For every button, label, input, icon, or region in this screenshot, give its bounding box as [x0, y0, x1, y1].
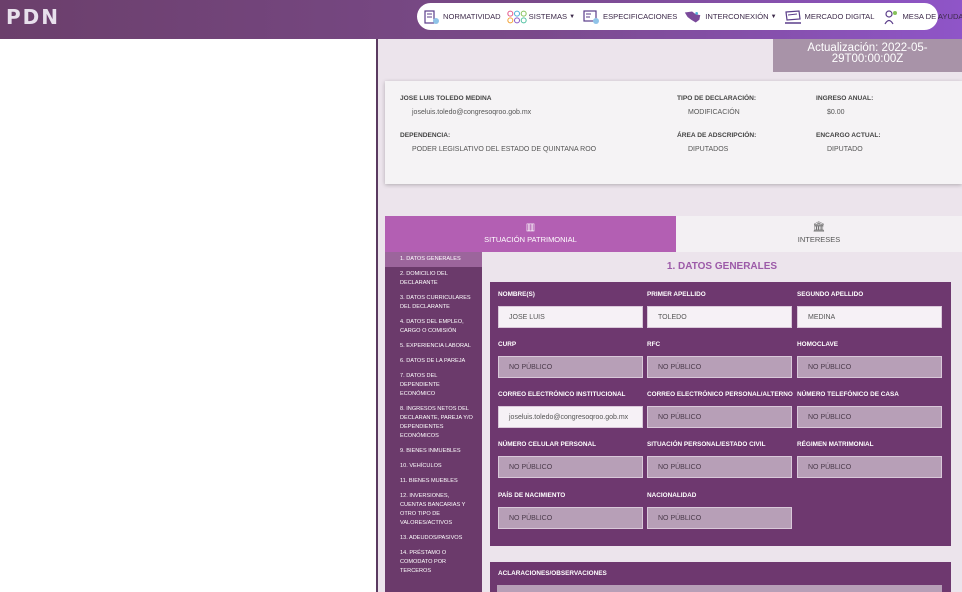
chevron-down-icon: ▼: [569, 13, 576, 20]
nacionalidad-field[interactable]: NO PÚBLICO: [647, 507, 792, 529]
field-label: SEGUNDO APELLIDO: [797, 291, 864, 298]
correo-personal-field[interactable]: NO PÚBLICO: [647, 406, 792, 428]
field-label: CURP: [498, 341, 517, 348]
celular-field[interactable]: NO PÚBLICO: [498, 456, 643, 478]
nombres-field[interactable]: JOSE LUIS: [498, 306, 643, 328]
field-label: CORREO ELECTRÓNICO PERSONAL/ALTERNO: [647, 391, 793, 398]
field-label: NÚMERO TELEFÓNICO DE CASA: [797, 391, 899, 398]
nav-label: MESA DE AYUDA: [902, 12, 962, 21]
sidebar-item-prestamo-comodato[interactable]: 14. PRÉSTAMO O COMODATO POR TERCEROS: [385, 546, 482, 579]
field-label: NÚMERO CELULAR PERSONAL: [498, 441, 596, 448]
primer-apellido-field[interactable]: TOLEDO: [647, 306, 792, 328]
especificaciones-icon: [583, 9, 600, 24]
sidebar-item-adeudos[interactable]: 13. ADEUDOS/PASIVOS: [385, 531, 482, 546]
pais-nacimiento-field[interactable]: NO PÚBLICO: [498, 507, 643, 529]
nav-mercado-digital[interactable]: MERCADO DIGITAL: [783, 8, 875, 26]
telefono-casa-field[interactable]: NO PÚBLICO: [797, 406, 942, 428]
field-label: SITUACIÓN PERSONAL/ESTADO CIVIL: [647, 441, 766, 448]
sidebar-item-dependiente[interactable]: 7. DATOS DEL DEPENDIENTE ECONÓMICO: [385, 369, 482, 402]
sidebar-item-domicilio[interactable]: 2. DOMICILIO DEL DECLARANTE: [385, 267, 482, 291]
nav-normatividad[interactable]: NORMATIVIDAD: [421, 8, 501, 26]
normatividad-icon: [424, 9, 439, 24]
sidebar-item-datos-curriculares[interactable]: 3. DATOS CURRICULARES DEL DECLARANTE: [385, 291, 482, 315]
field-label: RÉGIMEN MATRIMONIAL: [797, 441, 874, 448]
field-label: HOMOCLAVE: [797, 341, 839, 348]
sidebar-item-bienes-inmuebles[interactable]: 9. BIENES INMUEBLES: [385, 444, 482, 459]
sidebar-item-ingresos-netos[interactable]: 8. INGRESOS NETOS DEL DECLARANTE, PAREJA…: [385, 402, 482, 444]
estado-civil-field[interactable]: NO PÚBLICO: [647, 456, 792, 478]
observaciones-label: ACLARACIONES/OBSERVACIONES: [498, 570, 607, 577]
declarant-email: joseluis.toledo@congresoqroo.gob.mx: [412, 109, 532, 116]
declarant-name: JOSE LUIS TOLEDO MEDINA: [400, 95, 492, 102]
tab-situacion-patrimonial[interactable]: ▥ SITUACIÓN PATRIMONIAL: [385, 216, 676, 252]
homoclave-field[interactable]: NO PÚBLICO: [797, 356, 942, 378]
nav-label: NORMATIVIDAD: [443, 12, 501, 21]
nav-label: ESPECIFICACIONES: [603, 12, 678, 21]
tab-intereses[interactable]: 🏛 INTERESES: [676, 216, 962, 252]
sidebar-item-vehiculos[interactable]: 10. VEHÍCULOS: [385, 459, 482, 474]
update-badge: Actualización: 2022-05-29T00:00:00Z: [773, 39, 962, 72]
encargo-actual-label: ENCARGO ACTUAL:: [816, 132, 881, 139]
field-label: RFC: [647, 341, 661, 348]
field-label: PAÍS DE NACIMIENTO: [498, 492, 566, 499]
sidebar-item-bienes-muebles[interactable]: 11. BIENES MUEBLES: [385, 474, 482, 489]
ingreso-anual-label: INGRESO ANUAL:: [816, 95, 874, 102]
regimen-matrimonial-field[interactable]: NO PÚBLICO: [797, 456, 942, 478]
nav-mesa-ayuda[interactable]: MESA DE AYUDA: [880, 8, 962, 26]
field-label: PRIMER APELLIDO: [647, 291, 706, 298]
tipo-declaracion-label: TIPO DE DECLARACIÓN:: [677, 95, 757, 102]
chevron-down-icon: ▼: [770, 13, 777, 20]
sidebar-item-datos-empleo[interactable]: 4. DATOS DEL EMPLEO, CARGO O COMISIÓN: [385, 315, 482, 339]
area-adscripcion-value: DIPUTADOS: [688, 146, 729, 153]
main-nav: NORMATIVIDAD SISTEMAS ▼ ESPECIFICACIONES: [417, 3, 962, 30]
nav-label: SISTEMAS: [528, 12, 568, 21]
curp-field[interactable]: NO PÚBLICO: [498, 356, 643, 378]
nav-interconexion[interactable]: INTERCONEXIÓN ▼: [683, 8, 777, 26]
bank-icon: 🏛: [812, 222, 826, 233]
segundo-apellido-field[interactable]: MEDINA: [797, 306, 942, 328]
sidebar-item-inversiones[interactable]: 12. INVERSIONES, CUENTAS BANCARIAS Y OTR…: [385, 489, 482, 531]
observaciones-field[interactable]: [497, 585, 942, 592]
section-title: 1. DATOS GENERALES: [666, 261, 778, 272]
sidebar-item-experiencia-laboral[interactable]: 5. EXPERIENCIA LABORAL: [385, 339, 482, 354]
field-label: CORREO ELECTRÓNICO INSTITUCIONAL: [498, 391, 626, 398]
tipo-declaracion-value: MODIFICACIÓN: [688, 109, 740, 116]
pdn-logo[interactable]: PDN: [6, 5, 60, 29]
encargo-actual-value: DIPUTADO: [827, 146, 863, 153]
ingreso-anual-value: $0.00: [827, 109, 845, 116]
declarant-info-card: JOSE LUIS TOLEDO MEDINA joseluis.toledo@…: [385, 81, 962, 184]
tab-label: INTERESES: [797, 235, 841, 244]
tab-label: SITUACIÓN PATRIMONIAL: [484, 235, 577, 244]
nav-label: MERCADO DIGITAL: [804, 12, 875, 21]
sidebar-item-datos-pareja[interactable]: 6. DATOS DE LA PAREJA: [385, 354, 482, 369]
nav-especificaciones[interactable]: ESPECIFICACIONES: [581, 8, 677, 26]
nav-label: INTERCONEXIÓN: [705, 12, 769, 21]
dependencia-label: DEPENDENCIA:: [400, 132, 451, 139]
sistemas-circles-icon: [507, 10, 527, 23]
building-icon: ▥: [525, 222, 536, 233]
field-label: NOMBRE(S): [498, 291, 535, 298]
top-header: PDN NORMATIVIDAD SISTEMAS ▼ ESPECIFICACI…: [0, 0, 962, 39]
correo-institucional-field[interactable]: joseluis.toledo@congresoqroo.gob.mx: [498, 406, 643, 428]
mercado-digital-icon: [784, 9, 801, 24]
nav-sistemas[interactable]: SISTEMAS ▼: [507, 8, 575, 26]
mesa-ayuda-icon: [884, 9, 898, 24]
datos-generales-form: NOMBRE(S) JOSE LUIS PRIMER APELLIDO TOLE…: [490, 282, 951, 546]
rfc-field[interactable]: NO PÚBLICO: [647, 356, 792, 378]
area-adscripcion-label: ÁREA DE ADSCRIPCIÓN:: [677, 132, 757, 139]
dependencia-value: PODER LEGISLATIVO DEL ESTADO DE QUINTANA…: [412, 146, 597, 153]
field-label: NACIONALIDAD: [647, 492, 697, 499]
interconexion-map-icon: [685, 11, 701, 22]
sidebar-item-datos-generales[interactable]: 1. DATOS GENERALES: [385, 252, 482, 267]
section-sidebar: 1. DATOS GENERALES 2. DOMICILIO DEL DECL…: [385, 252, 482, 592]
